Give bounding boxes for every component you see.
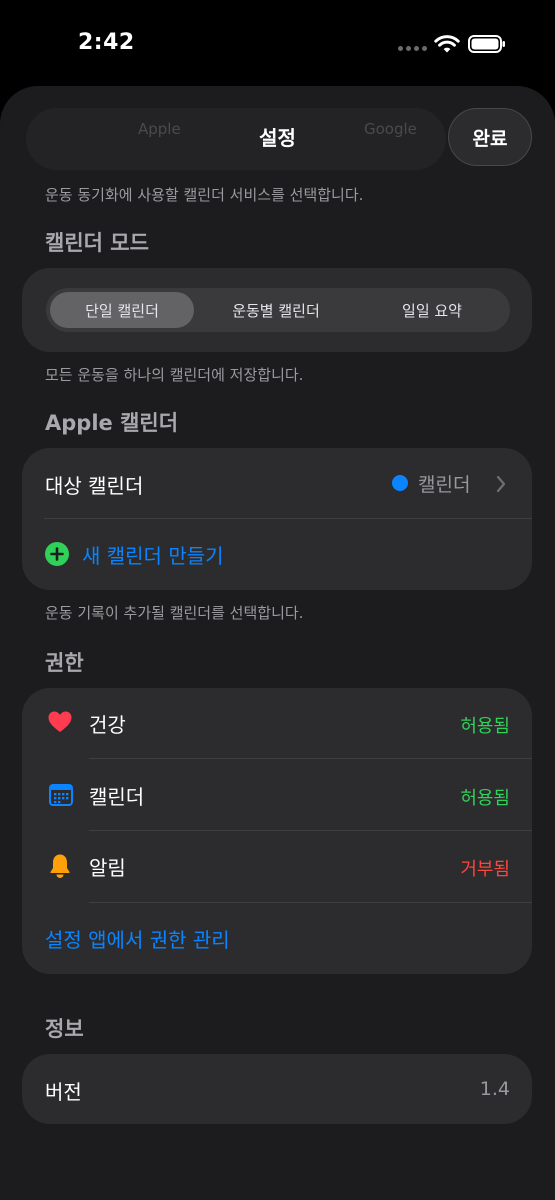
done-button[interactable]: 완료 bbox=[448, 108, 532, 166]
create-calendar-link: 새 캘린더 만들기 bbox=[82, 544, 224, 568]
permission-row-notifications[interactable]: 알림 거부됨 bbox=[22, 831, 532, 902]
permission-label: 알림 bbox=[89, 856, 126, 880]
apple-calendar-title: Apple 캘린더 bbox=[45, 411, 179, 435]
permissions-card: 건강 허용됨 캘린더 허용됨 알림 거부됨 설정 앱에서 권한 관리 bbox=[22, 688, 532, 974]
chevron-right-icon bbox=[496, 475, 506, 493]
info-card: 버전 1.4 bbox=[22, 1054, 532, 1124]
permissions-title: 권한 bbox=[45, 651, 84, 675]
permission-row-health[interactable]: 건강 허용됨 bbox=[22, 688, 532, 758]
heart-icon bbox=[48, 711, 72, 732]
calendar-mode-card: 단일 캘린더 운동별 캘린더 일일 요약 bbox=[22, 268, 532, 352]
calendar-mode-footnote: 모든 운동을 하나의 캘린더에 저장합니다. bbox=[45, 366, 304, 384]
divider bbox=[89, 902, 532, 903]
calendar-mode-segmented-control: 단일 캘린더 운동별 캘린더 일일 요약 bbox=[46, 288, 510, 332]
bell-icon bbox=[50, 854, 70, 878]
service-footnote: 운동 동기화에 사용할 캘린더 서비스를 선택합니다. bbox=[45, 186, 364, 204]
permission-status: 거부됨 bbox=[460, 859, 510, 880]
apple-calendar-footnote: 운동 기록이 추가될 캘린더를 선택합니다. bbox=[45, 604, 304, 622]
permission-status: 허용됨 bbox=[460, 716, 510, 737]
version-label: 버전 bbox=[45, 1080, 82, 1104]
calendar-mode-title: 캘린더 모드 bbox=[45, 231, 149, 255]
target-calendar-value: 캘린더 bbox=[418, 474, 471, 496]
manage-permissions-link[interactable]: 설정 앱에서 권한 관리 bbox=[45, 924, 230, 953]
status-bar: 2:42 bbox=[0, 0, 555, 90]
segment-single-calendar[interactable]: 단일 캘린더 bbox=[50, 292, 194, 328]
permission-label: 캘린더 bbox=[89, 785, 145, 809]
permission-status: 허용됨 bbox=[460, 788, 510, 809]
calendar-color-dot bbox=[392, 475, 408, 491]
info-title: 정보 bbox=[45, 1017, 84, 1041]
segment-daily-summary[interactable]: 일일 요약 bbox=[358, 292, 506, 328]
permission-label: 건강 bbox=[89, 713, 126, 737]
battery-icon bbox=[468, 35, 505, 53]
wifi-icon bbox=[434, 35, 460, 53]
create-calendar-row[interactable]: 새 캘린더 만들기 bbox=[22, 519, 532, 590]
calendar-icon bbox=[49, 784, 73, 806]
plus-circle-icon bbox=[45, 542, 69, 566]
segment-per-workout-calendar[interactable]: 운동별 캘린더 bbox=[198, 292, 354, 328]
version-value: 1.4 bbox=[479, 1078, 510, 1100]
target-calendar-row[interactable]: 대상 캘린더 캘린더 bbox=[22, 448, 532, 518]
target-calendar-label: 대상 캘린더 bbox=[45, 474, 144, 498]
permission-row-calendar[interactable]: 캘린더 허용됨 bbox=[22, 759, 532, 830]
apple-calendar-card: 대상 캘린더 캘린더 새 캘린더 만들기 bbox=[22, 448, 532, 590]
cellular-dots-icon bbox=[398, 46, 427, 52]
status-time: 2:42 bbox=[78, 30, 135, 55]
